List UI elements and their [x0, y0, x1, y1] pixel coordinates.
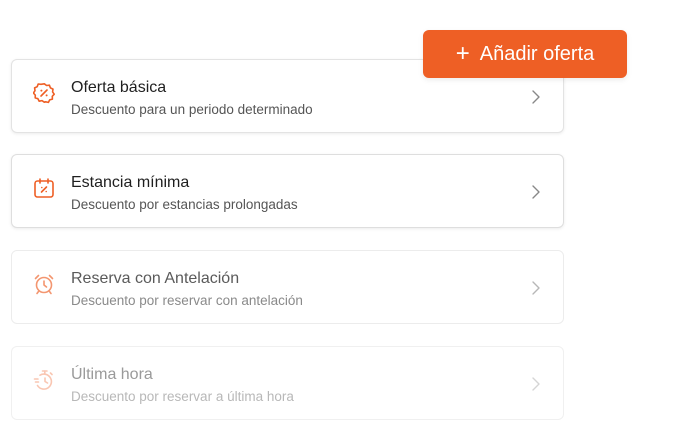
offer-title: Reserva con Antelación: [71, 270, 240, 287]
offer-title: Estancia mínima: [71, 174, 190, 191]
offer-description: Descuento por estancias prolongadas: [71, 197, 298, 212]
add-offer-button-label: Añadir oferta: [479, 42, 595, 65]
offer-card-last-minute[interactable]: Última hora Descuento por reservar a últ…: [11, 346, 564, 420]
offer-title: Oferta básica: [71, 79, 167, 96]
chevron-right-icon: [531, 279, 541, 297]
add-offer-button[interactable]: + Añadir oferta: [423, 30, 627, 78]
offer-title: Última hora: [71, 366, 153, 383]
offer-card-min-stay[interactable]: Estancia mínima Descuento por estancias …: [11, 154, 564, 228]
offer-description: Descuento por reservar a última hora: [71, 389, 294, 404]
offer-description: Descuento para un periodo determinado: [71, 102, 313, 117]
plus-icon: +: [455, 40, 470, 67]
offer-description: Descuento por reservar con antelación: [71, 293, 303, 308]
chevron-right-icon: [531, 183, 541, 201]
fast-timer-icon: [33, 369, 55, 391]
calendar-percent-icon: [33, 177, 55, 199]
discount-badge-icon: [32, 82, 56, 104]
chevron-right-icon: [531, 88, 541, 106]
alarm-clock-icon: [33, 273, 55, 295]
offer-card-early-booking[interactable]: Reserva con Antelación Descuento por res…: [11, 250, 564, 324]
chevron-right-icon: [531, 375, 541, 393]
